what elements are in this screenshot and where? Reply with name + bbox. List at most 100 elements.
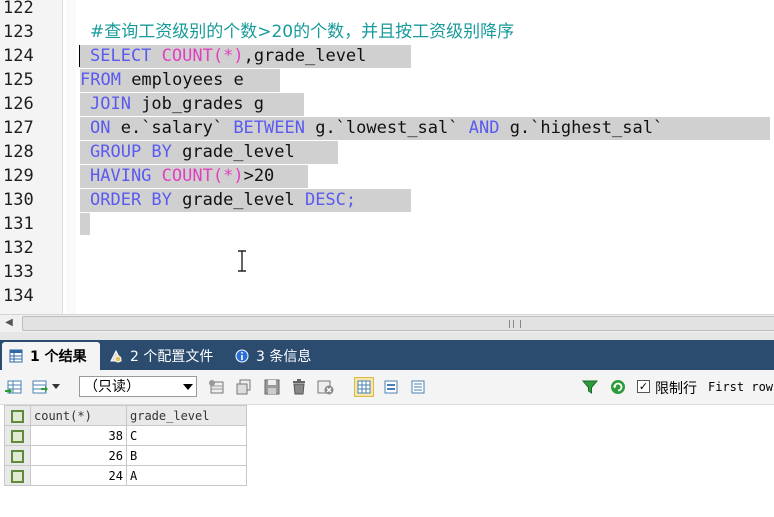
line-number: 132: [3, 238, 34, 258]
line-number: 134: [3, 286, 34, 306]
dropdown-arrow-icon[interactable]: [50, 377, 62, 397]
scrollbar-grip-icon: [509, 320, 521, 328]
scroll-left-icon[interactable]: ◀: [2, 317, 16, 329]
sql-text: e.`salary`: [110, 118, 234, 138]
result-grid[interactable]: count(*) grade_level 38 C 26 B 24 A: [4, 405, 247, 486]
select-value: （只读）: [84, 379, 140, 395]
grid-cell[interactable]: 26: [30, 445, 127, 466]
insert-row-icon[interactable]: [207, 377, 227, 397]
line-number: 133: [3, 262, 34, 282]
info-icon: [234, 348, 250, 364]
fold-margin: [66, 0, 76, 314]
line-number: 128: [3, 142, 34, 162]
sql-line-on: ON e.`salary` BETWEEN g.`lowest_sal` AND…: [90, 116, 663, 138]
pane-splitter[interactable]: [0, 332, 774, 340]
result-tab-bar: 1 个结果 2 个配置文件 3 条信息: [0, 340, 774, 370]
line-number-gutter: 122 123 124 125 126 127 128 129 130 131 …: [0, 0, 63, 314]
grid-cell[interactable]: B: [126, 445, 247, 466]
grid-header-row: count(*) grade_level: [4, 405, 247, 426]
line-number: 129: [3, 166, 34, 186]
table-row[interactable]: 38 C: [4, 425, 247, 446]
grid-cell[interactable]: A: [126, 465, 247, 486]
sql-line-from: FROM employees e: [80, 68, 244, 90]
grid-cell[interactable]: 24: [30, 465, 127, 486]
line-number: 131: [3, 214, 34, 234]
tab-profiles[interactable]: 2 个配置文件: [102, 342, 224, 370]
text-view-icon[interactable]: [408, 377, 428, 397]
table-icon: [8, 348, 24, 364]
keyword: HAVING: [90, 166, 152, 186]
tab-label: 1 个结果: [30, 349, 87, 365]
sql-line-order-by: ORDER BY grade_level DESC;: [90, 188, 356, 210]
select-all-icon: [11, 409, 24, 423]
row-selector[interactable]: [4, 425, 31, 446]
line-number: 130: [3, 190, 34, 210]
filter-icon[interactable]: [580, 377, 600, 397]
sql-text: grade_level: [171, 190, 305, 210]
sql-line-select: SELECT COUNT(*),grade_level: [90, 44, 366, 66]
row-selector[interactable]: [4, 465, 31, 486]
row-header-corner[interactable]: [4, 405, 31, 426]
line-number: 124: [3, 46, 34, 66]
keyword: JOIN: [90, 94, 131, 114]
delete-icon[interactable]: [289, 377, 309, 397]
sql-editor[interactable]: 122 123 124 125 126 127 128 129 130 131 …: [0, 0, 774, 314]
sql-text: employees e: [120, 70, 244, 90]
ibeam-cursor-icon: [238, 250, 246, 272]
export-grid-icon[interactable]: [4, 377, 24, 397]
grid-cell[interactable]: C: [126, 425, 247, 446]
sql-text: g.`lowest_sal`: [304, 118, 469, 138]
result-toolbar: （只读） ✓ 限制行 First row: [0, 370, 774, 405]
sql-text: ,grade_level: [243, 46, 367, 66]
first-row-label: First row: [708, 380, 774, 394]
row-selector[interactable]: [4, 445, 31, 466]
tab-results[interactable]: 1 个结果: [2, 342, 100, 370]
tab-messages[interactable]: 3 条信息: [228, 342, 324, 370]
function: COUNT: [161, 166, 213, 186]
refresh-icon[interactable]: [608, 377, 628, 397]
form-view-icon[interactable]: [381, 377, 401, 397]
row-marker-icon: [11, 449, 24, 463]
cancel-changes-icon[interactable]: [316, 377, 336, 397]
row-marker-icon: [11, 429, 24, 443]
line-number: 122: [3, 0, 34, 18]
function-args: (*): [212, 46, 244, 66]
line-number: 126: [3, 94, 34, 114]
profile-icon: [108, 348, 124, 364]
selection-highlight: [80, 213, 90, 235]
sql-text: job_grades g: [130, 94, 265, 114]
keyword: ON: [90, 118, 111, 138]
keyword: GROUP BY: [90, 142, 172, 162]
keyword: ORDER BY: [90, 190, 172, 210]
sql-line-join: JOIN job_grades g: [90, 92, 264, 114]
tab-label: 3 条信息: [256, 349, 312, 365]
line-number: 125: [3, 70, 34, 90]
column-header[interactable]: count(*): [30, 405, 127, 426]
import-grid-icon[interactable]: [30, 377, 50, 397]
keyword: SELECT: [90, 46, 152, 66]
chevron-down-icon: [183, 384, 193, 390]
keyword: DESC;: [304, 190, 357, 210]
grid-view-icon[interactable]: [354, 377, 374, 397]
limit-rows-checkbox[interactable]: ✓: [637, 380, 650, 393]
result-mode-select[interactable]: （只读）: [79, 376, 197, 397]
sql-text: grade_level: [171, 142, 295, 162]
function-args: (*): [212, 166, 244, 186]
keyword: AND: [468, 118, 500, 138]
table-row[interactable]: 26 B: [4, 445, 247, 466]
limit-rows-label: 限制行: [655, 381, 697, 397]
keyword: FROM: [80, 70, 121, 90]
sql-comment: #查询工资级别的个数>20的个数，并且按工资级别降序: [90, 22, 515, 42]
grid-cell[interactable]: 38: [30, 425, 127, 446]
save-icon[interactable]: [262, 377, 282, 397]
sql-line-having: HAVING COUNT(*)>20: [90, 164, 274, 186]
keyword: BETWEEN: [233, 118, 305, 138]
horizontal-scrollbar[interactable]: ◀: [0, 314, 774, 333]
line-number: 123: [3, 22, 34, 42]
tab-label: 2 个配置文件: [130, 349, 214, 365]
table-row[interactable]: 24 A: [4, 465, 247, 486]
duplicate-row-icon[interactable]: [234, 377, 254, 397]
column-header[interactable]: grade_level: [126, 405, 247, 426]
function: COUNT: [161, 46, 213, 66]
scrollbar-thumb[interactable]: [22, 316, 774, 331]
